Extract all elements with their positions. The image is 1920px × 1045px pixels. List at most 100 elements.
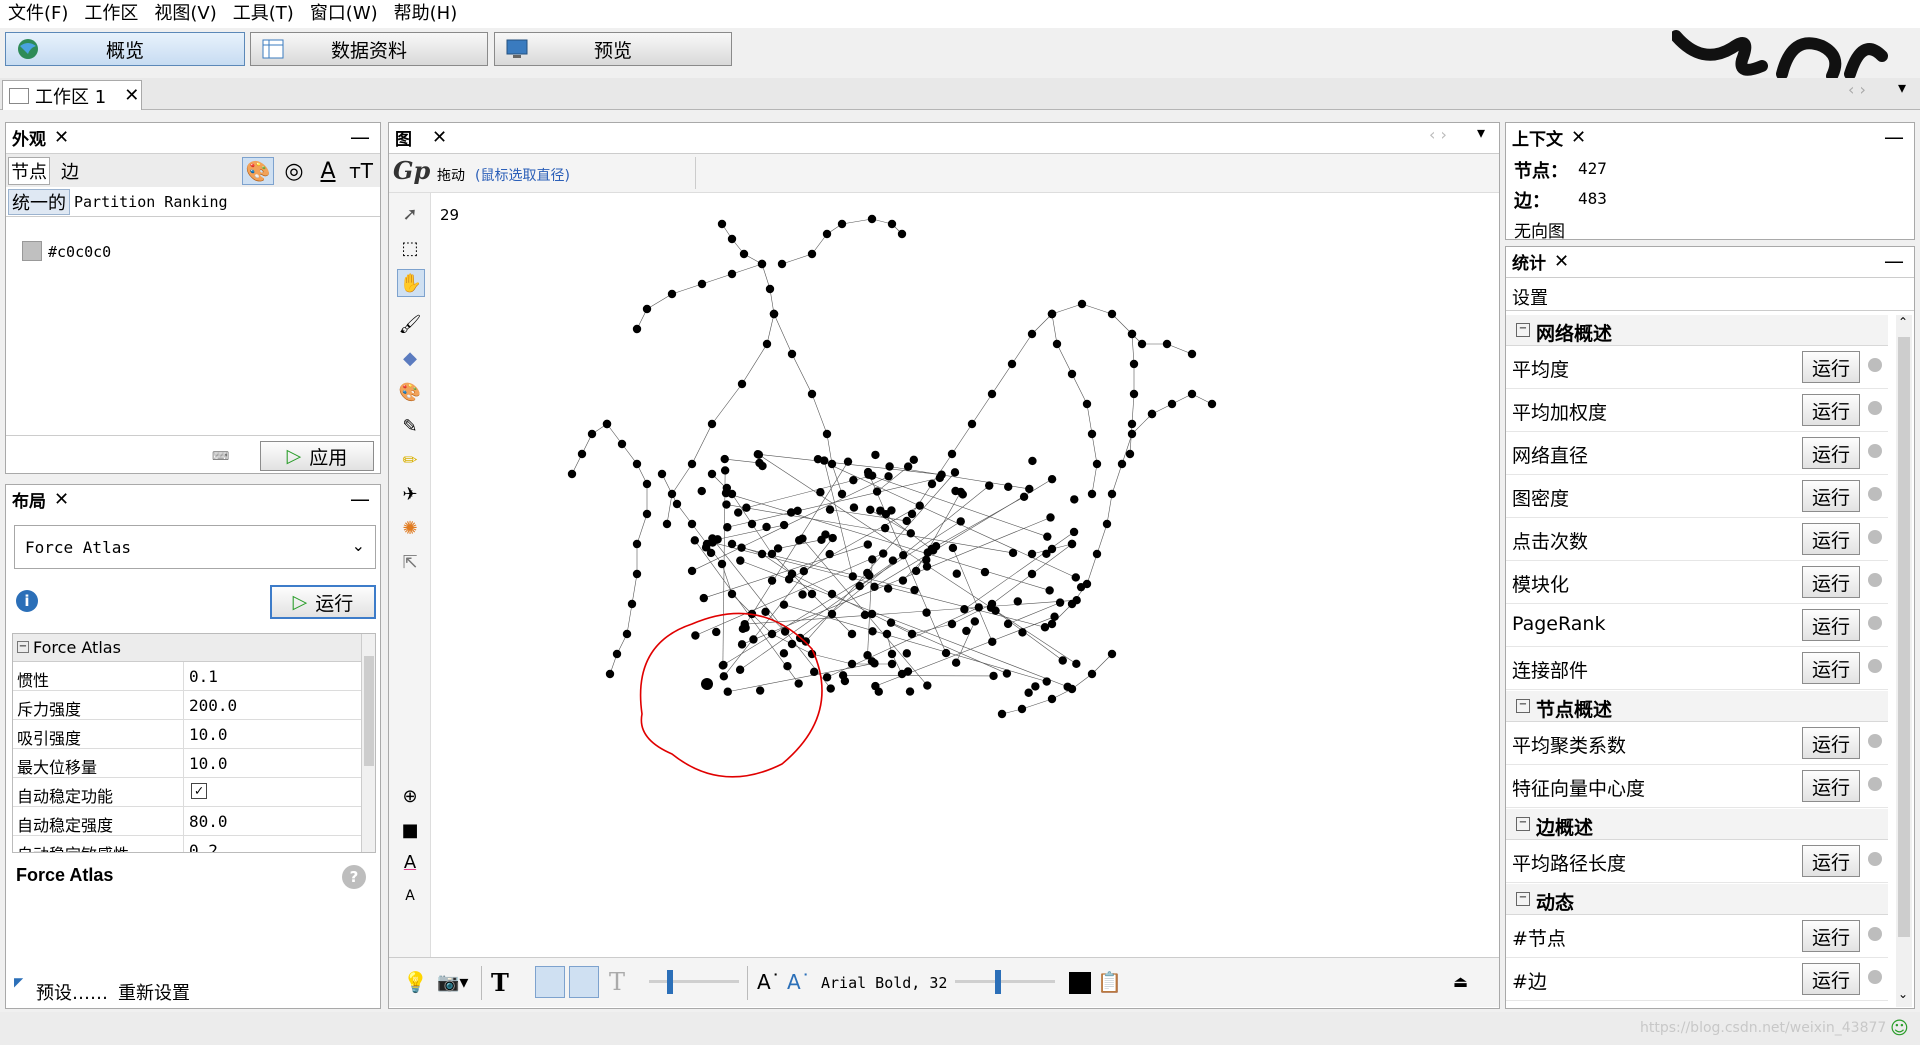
tab-data-lab[interactable]: 数据资料 [250,32,488,66]
property-row[interactable]: 惯性 0.1 [13,662,361,691]
property-value[interactable]: 10.0 [189,754,228,773]
menu-file[interactable]: 文件(F) [0,0,76,28]
slider-thumb[interactable] [667,970,673,994]
tab-list-dropdown-icon[interactable]: ▾ [1477,123,1485,142]
label-color-swatch[interactable] [1069,972,1091,994]
info-icon[interactable]: i [16,590,38,612]
minimize-icon[interactable]: — [1884,249,1904,273]
label-color-icon[interactable]: A [397,849,423,875]
collapse-icon[interactable]: − [1516,892,1530,906]
lightbulb-icon[interactable]: 💡 [403,970,428,994]
font-size-up-icon[interactable]: A˙ [787,970,811,994]
run-stat-button[interactable]: 运行 [1802,480,1860,512]
select-arrow-icon[interactable]: ➚ [397,201,423,227]
property-row[interactable]: 自动稳定功能 ✓ [13,778,361,807]
zoom-fit-icon[interactable]: ⊕ [397,783,423,809]
run-stat-button[interactable]: 运行 [1802,566,1860,598]
label-color-icon[interactable]: A [314,157,342,185]
close-icon[interactable]: ✕ [124,85,139,106]
collapse-icon[interactable]: − [17,641,29,653]
info-dot-icon[interactable] [1868,927,1882,941]
scrollbar-thumb[interactable] [1898,337,1910,937]
link-icon[interactable]: ⌨ [212,449,229,463]
workspace-tab[interactable]: 工作区 1 ✕ [2,80,142,110]
screenshot-icon[interactable]: 📷▾ [437,972,468,993]
property-row[interactable]: 最大位移量 10.0 [13,749,361,778]
tab-edges[interactable]: 边 [54,157,86,185]
presets-button[interactable]: 预设…… [36,979,108,1005]
info-dot-icon[interactable] [1868,487,1882,501]
collapse-icon[interactable]: − [1516,699,1530,713]
run-stat-button[interactable]: 运行 [1802,963,1860,995]
edge-weight-slider[interactable] [649,980,739,983]
font-label[interactable]: Arial Bold, 32 [821,974,947,992]
property-row[interactable]: 自动稳定强度 80.0 [13,807,361,836]
run-stat-button[interactable]: 运行 [1802,523,1860,555]
collapse-icon[interactable]: − [1516,817,1530,831]
minimize-icon[interactable]: — [350,487,370,511]
tab-scroll-arrows[interactable]: ‹ › [1848,80,1866,99]
stats-section-header[interactable]: − 动态 [1506,884,1888,915]
close-icon[interactable]: ✕ [1571,127,1586,148]
close-icon[interactable]: ✕ [54,127,69,148]
drag-hand-icon[interactable]: ✋ [397,269,425,297]
edge-toggle-icon[interactable] [535,966,565,998]
info-dot-icon[interactable] [1868,573,1882,587]
graph-canvas[interactable]: 29 [432,194,1499,957]
statistics-tab[interactable]: 统计 ✕ [1506,247,1586,275]
run-stat-button[interactable]: 运行 [1802,437,1860,469]
scrollbar[interactable] [361,634,375,852]
info-dot-icon[interactable] [1868,970,1882,984]
property-value[interactable]: 80.0 [189,812,228,831]
property-row[interactable]: 斥力强度 200.0 [13,691,361,720]
minimize-icon[interactable]: — [1884,125,1904,149]
property-section-header[interactable]: − Force Atlas [13,634,361,662]
tab-overview[interactable]: 概览 [5,32,245,66]
font-size-down-icon[interactable]: A˙ [757,970,781,994]
menu-help[interactable]: 帮助(H) [386,0,466,28]
pointer-help-icon[interactable]: ⇱ [397,549,423,575]
run-stat-button[interactable]: 运行 [1802,652,1860,684]
rectangle-select-icon[interactable]: ⬚ [397,235,423,261]
menu-window[interactable]: 窗口(W) [302,0,386,28]
close-icon[interactable]: ✕ [54,489,69,510]
run-stat-button[interactable]: 运行 [1802,845,1860,877]
edge-color-icon[interactable] [569,966,599,998]
info-dot-icon[interactable] [1868,358,1882,372]
info-dot-icon[interactable] [1868,616,1882,630]
apply-button[interactable]: ▷ 应用 [260,441,374,471]
close-icon[interactable]: ✕ [1554,251,1569,272]
appearance-tab[interactable]: 外观 ✕ [6,123,86,151]
scroll-down-icon[interactable]: ⌄ [1898,987,1908,1001]
label-size-icon[interactable]: A [397,883,423,909]
palette-icon[interactable]: 🎨 [242,157,274,185]
menu-tools[interactable]: 工具(T) [225,0,302,28]
help-icon[interactable]: ? [342,865,366,889]
diamond-icon[interactable]: ◆ [397,345,423,371]
subtab-unique[interactable]: 统一的 [8,189,70,215]
clipboard-icon[interactable]: 📋 [1097,970,1122,994]
graph-tab[interactable]: 图 ✕ [389,123,465,151]
slider-thumb[interactable] [995,970,1001,994]
property-value[interactable]: 200.0 [189,696,237,715]
info-dot-icon[interactable] [1868,777,1882,791]
menu-view[interactable]: 视图(V) [146,0,224,28]
info-dot-icon[interactable] [1868,530,1882,544]
minimize-icon[interactable]: — [350,125,370,149]
tab-list-dropdown-icon[interactable]: ▾ [1898,78,1906,97]
menu-workspace[interactable]: 工作区 [76,0,146,28]
reset-button[interactable]: 重新设置 [118,979,190,1005]
property-row[interactable]: 自动稳定敏感性 0.2 [13,836,361,852]
run-stat-button[interactable]: 运行 [1802,394,1860,426]
size-icon[interactable]: ◎ [278,157,310,185]
stats-section-header[interactable]: − 网络概述 [1506,315,1888,346]
scrollbar[interactable]: ⌃ ⌄ [1896,315,1912,1007]
run-stat-button[interactable]: 运行 [1802,920,1860,952]
context-tab[interactable]: 上下文 ✕ [1506,123,1608,151]
info-dot-icon[interactable] [1868,734,1882,748]
property-row[interactable]: 吸引强度 10.0 [13,720,361,749]
airplane-icon[interactable]: ✈ [397,481,423,507]
info-dot-icon[interactable] [1868,401,1882,415]
text-toggle-icon[interactable]: T [491,968,509,997]
run-stat-button[interactable]: 运行 [1802,770,1860,802]
